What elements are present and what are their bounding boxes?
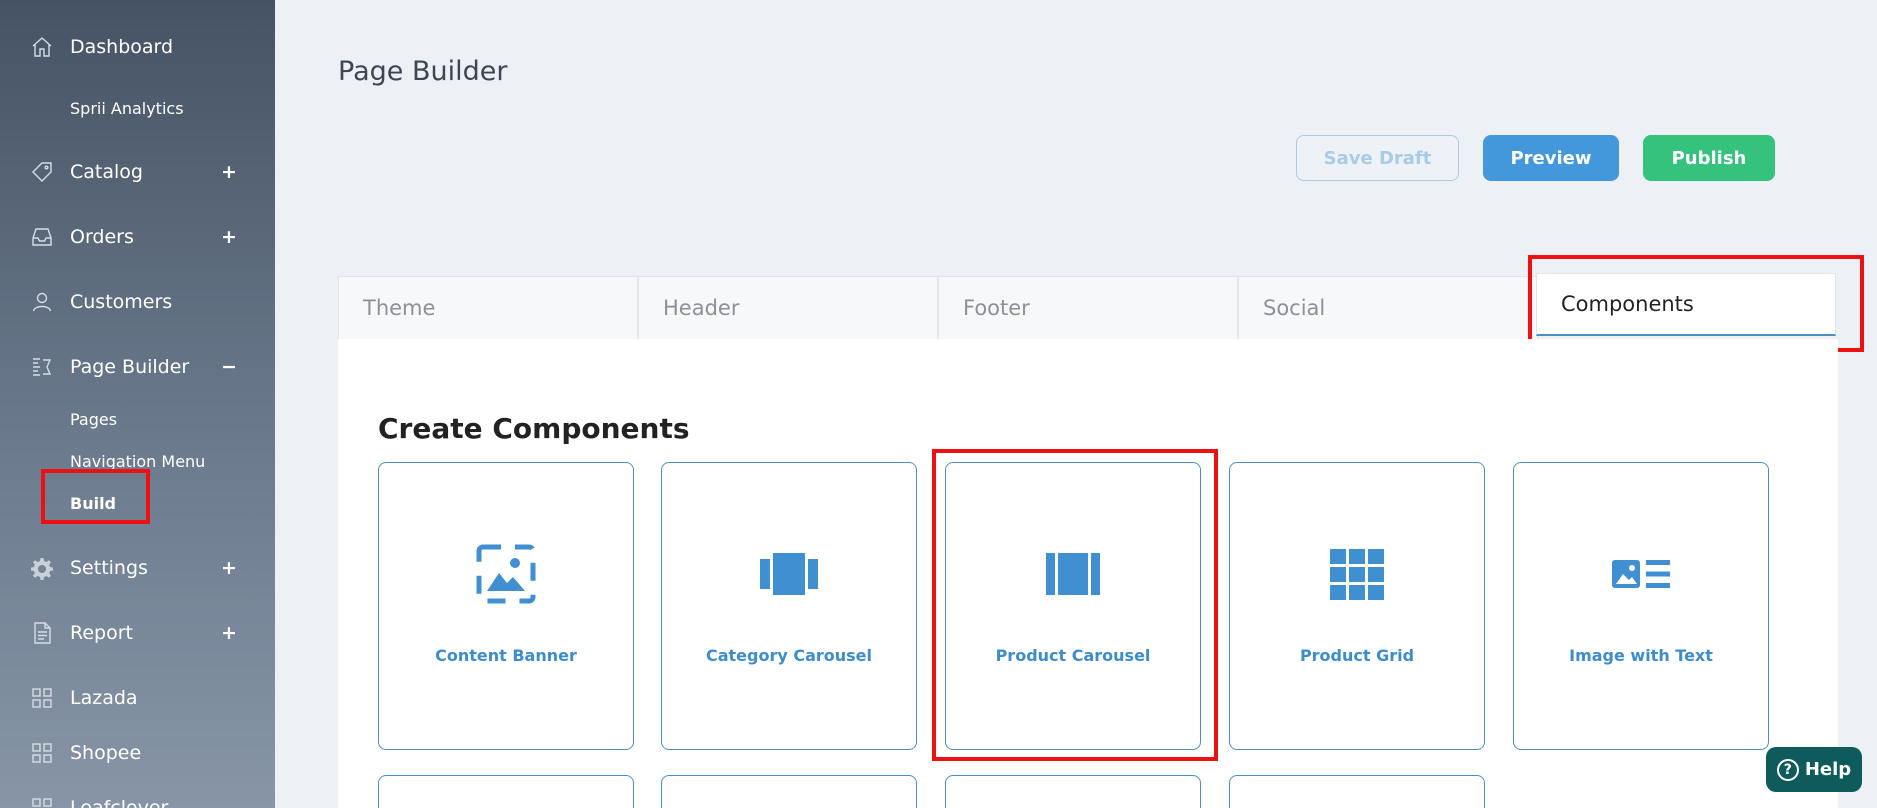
carousel-icon bbox=[662, 543, 916, 605]
preview-button[interactable]: Preview bbox=[1483, 135, 1619, 181]
sidebar-subitem-navigation-menu[interactable]: Navigation Menu bbox=[70, 452, 205, 471]
grid-icon bbox=[29, 795, 55, 808]
component-card[interactable] bbox=[1229, 775, 1485, 808]
user-icon bbox=[29, 289, 55, 315]
expand-icon[interactable]: + bbox=[221, 226, 237, 248]
help-button[interactable]: ? Help bbox=[1766, 747, 1862, 792]
collapse-icon[interactable]: − bbox=[221, 356, 237, 378]
sidebar-item-label: Catalog bbox=[70, 161, 143, 183]
component-card-category-carousel[interactable]: Category Carousel bbox=[661, 462, 917, 750]
section-title: Create Components bbox=[378, 412, 690, 445]
sidebar-item-label: Leafclover bbox=[70, 797, 169, 808]
help-icon: ? bbox=[1776, 758, 1799, 781]
home-icon bbox=[29, 34, 55, 60]
sidebar-item-report[interactable]: Report + bbox=[0, 613, 275, 653]
component-card-image-with-text[interactable]: Image with Text bbox=[1513, 462, 1769, 750]
grid-icon bbox=[29, 740, 55, 766]
sidebar-item-label: Report bbox=[70, 622, 133, 644]
sidebar-item-leafclover[interactable]: Leafclover bbox=[0, 788, 275, 808]
sidebar-item-label: Settings bbox=[70, 557, 148, 579]
sidebar-subitem-sprii-analytics[interactable]: Sprii Analytics bbox=[70, 99, 184, 118]
tab-social[interactable]: Social bbox=[1238, 276, 1538, 339]
component-label: Image with Text bbox=[1569, 646, 1713, 665]
sidebar-item-dashboard[interactable]: Dashboard bbox=[0, 27, 275, 67]
grid-icon bbox=[29, 685, 55, 711]
publish-button[interactable]: Publish bbox=[1643, 135, 1775, 181]
sidebar-item-label: Shopee bbox=[70, 742, 142, 764]
sidebar-item-label: Orders bbox=[70, 226, 134, 248]
component-label: Product Grid bbox=[1299, 646, 1415, 665]
gear-icon bbox=[29, 555, 55, 581]
component-card-content-banner[interactable]: Content Banner bbox=[378, 462, 634, 750]
sidebar-item-shopee[interactable]: Shopee bbox=[0, 733, 275, 773]
tag-icon bbox=[29, 159, 55, 185]
sidebar-item-lazada[interactable]: Lazada bbox=[0, 678, 275, 718]
sidebar-item-label: Lazada bbox=[70, 687, 138, 709]
expand-icon[interactable]: + bbox=[221, 622, 237, 644]
component-label: Category Carousel bbox=[705, 646, 873, 665]
sidebar-item-orders[interactable]: Orders + bbox=[0, 217, 275, 257]
document-icon bbox=[29, 620, 55, 646]
sidebar-item-customers[interactable]: Customers bbox=[0, 282, 275, 322]
help-label: Help bbox=[1804, 759, 1852, 780]
component-card[interactable] bbox=[661, 775, 917, 808]
sidebar-subitem-build[interactable]: Build bbox=[70, 494, 116, 513]
sidebar-subitem-pages[interactable]: Pages bbox=[70, 410, 117, 429]
inbox-icon bbox=[29, 224, 55, 250]
tab-bar: Theme Header Footer Social Components bbox=[338, 273, 1838, 339]
save-draft-button[interactable]: Save Draft bbox=[1296, 135, 1459, 181]
sidebar-item-settings[interactable]: Settings + bbox=[0, 548, 275, 588]
sidebar-item-label: Dashboard bbox=[70, 36, 174, 58]
tab-theme[interactable]: Theme bbox=[338, 276, 638, 339]
grid-icon bbox=[1230, 543, 1484, 605]
product-carousel-icon bbox=[946, 543, 1200, 605]
sidebar: Dashboard Sprii Analytics Catalog + Orde… bbox=[0, 0, 275, 808]
sidebar-item-page-builder[interactable]: Page Builder − bbox=[0, 347, 275, 387]
component-card-product-grid[interactable]: Product Grid bbox=[1229, 462, 1485, 750]
tab-components[interactable]: Components bbox=[1536, 273, 1836, 336]
sidebar-item-label: Page Builder bbox=[70, 356, 190, 378]
page-title: Page Builder bbox=[338, 56, 508, 87]
tab-footer[interactable]: Footer bbox=[938, 276, 1238, 339]
tab-header[interactable]: Header bbox=[638, 276, 938, 339]
image-icon bbox=[379, 543, 633, 605]
component-card[interactable] bbox=[945, 775, 1201, 808]
image-text-icon bbox=[1514, 543, 1768, 605]
page-builder-icon bbox=[29, 354, 55, 380]
expand-icon[interactable]: + bbox=[221, 161, 237, 183]
sidebar-item-label: Customers bbox=[70, 291, 173, 313]
expand-icon[interactable]: + bbox=[221, 557, 237, 579]
component-label: Product Carousel bbox=[995, 646, 1151, 665]
component-label: Content Banner bbox=[435, 646, 577, 665]
component-card-product-carousel[interactable]: Product Carousel bbox=[945, 462, 1201, 750]
sidebar-item-catalog[interactable]: Catalog + bbox=[0, 152, 275, 192]
component-card[interactable] bbox=[378, 775, 634, 808]
